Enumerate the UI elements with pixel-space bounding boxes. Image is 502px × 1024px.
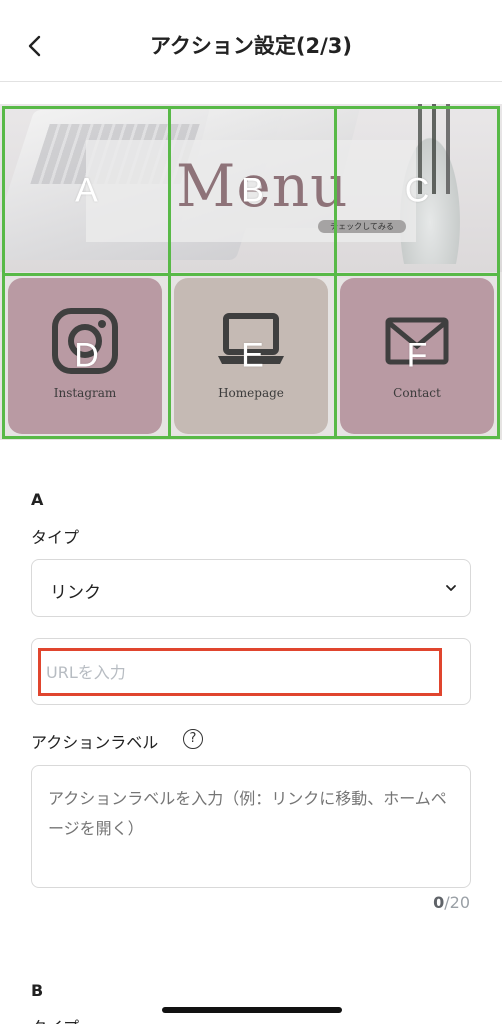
region-e[interactable]: E [168, 273, 337, 439]
type-label-b: タイプ [31, 1014, 79, 1024]
char-counter-max: /20 [444, 893, 470, 912]
action-label-heading: アクションラベル [31, 733, 159, 752]
region-f[interactable]: F [334, 273, 500, 439]
region-letter: A [75, 171, 98, 210]
type-select[interactable]: リンク [31, 559, 471, 617]
section-a-title: A [31, 490, 44, 509]
region-letter: F [406, 336, 428, 375]
region-letter: D [74, 336, 99, 375]
chevron-down-icon [446, 585, 456, 591]
type-select-value: リンク [50, 583, 101, 603]
header-bar: アクション設定(2/3) [0, 0, 502, 82]
char-counter: 0/20 [433, 893, 470, 912]
region-letter: C [404, 171, 430, 210]
region-d[interactable]: D [2, 273, 171, 439]
action-label-textarea[interactable] [31, 765, 471, 888]
region-c[interactable]: C [334, 106, 500, 276]
page-title: アクション設定(2/3) [149, 34, 353, 58]
section-b-title: B [31, 981, 44, 1000]
char-counter-current: 0 [433, 893, 445, 912]
url-input[interactable] [46, 656, 426, 688]
region-a[interactable]: A [2, 106, 171, 276]
region-letter: E [241, 336, 264, 375]
region-letter: B [241, 171, 264, 210]
imagemap-preview: Menu チェックしてみる Instagram Homepage Contact… [0, 104, 502, 440]
question-circle-icon[interactable]: ? [183, 729, 203, 749]
type-label: タイプ [31, 528, 80, 547]
home-indicator [162, 1007, 342, 1013]
region-b[interactable]: B [168, 106, 337, 276]
